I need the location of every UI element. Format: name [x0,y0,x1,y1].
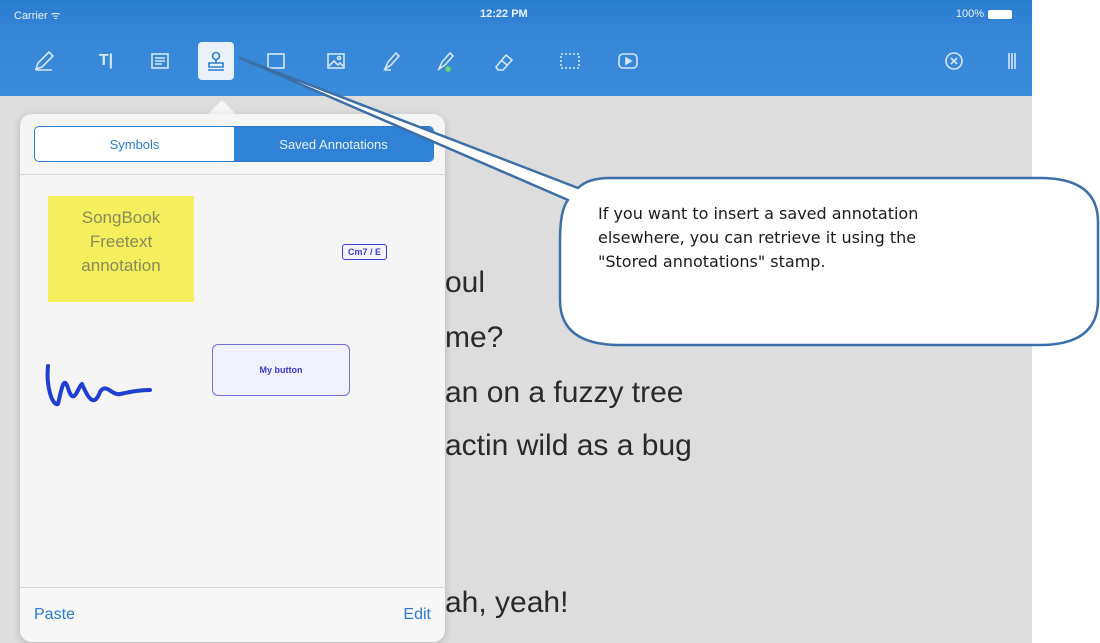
tab-symbols[interactable]: Symbols [35,127,234,161]
clock: 12:22 PM [480,8,528,20]
callout-text: If you want to insert a saved annotation… [598,202,1048,274]
battery-icon [988,9,1012,19]
tools-icon[interactable] [998,46,1026,76]
popover-footer: Paste Edit [20,587,445,642]
text-icon[interactable]: T| [92,46,120,76]
carrier-label: Carrier ᯤ [14,10,61,22]
note-icon[interactable] [146,46,174,76]
tab-saved-annotations[interactable]: Saved Annotations [234,127,433,161]
selection-icon[interactable] [556,46,584,76]
ipad-screen: Carrier ᯤ 12:22 PM 100% T| oul me? an on… [0,0,1032,643]
lyric-line: an on a fuzzy tree [445,376,684,409]
pen-icon[interactable] [30,46,58,76]
highlighter-icon[interactable] [378,46,406,76]
note-line: Freetext [89,232,153,251]
marker-icon[interactable] [432,46,460,76]
stamp-icon[interactable] [198,42,234,80]
callout-line: elsewhere, you can retrieve it using the [598,228,917,247]
saved-button-annotation[interactable]: My button [212,344,350,396]
lyric-line: me? [445,321,504,354]
battery-indicator: 100% [956,8,1012,20]
lyric-line: ah, yeah! [445,586,569,619]
note-line: SongBook [81,208,161,227]
popover-arrow [208,100,236,114]
close-icon[interactable] [940,46,968,76]
callout-line: If you want to insert a saved annotation [598,204,919,223]
rectangle-icon[interactable] [262,46,290,76]
page-margin [1032,0,1100,643]
battery-percent: 100% [955,8,984,20]
image-icon[interactable] [322,46,350,76]
top-toolbar: Carrier ᯤ 12:22 PM 100% T| [0,0,1032,96]
callout-line: "Stored annotations" stamp. [598,252,826,271]
lyric-line: actin wild as a bug [445,429,692,462]
edit-button[interactable]: Edit [403,606,431,624]
media-icon[interactable] [614,46,642,76]
stamp-popover: Symbols Saved Annotations SongBook Freet… [20,114,445,642]
saved-chord-annotation[interactable]: Cm7 / E [342,244,388,260]
lyric-line: oul [445,266,486,299]
divider [20,174,445,175]
status-bar: Carrier ᯤ 12:22 PM 100% [0,0,1032,28]
paste-button[interactable]: Paste [34,606,75,624]
saved-freetext-annotation[interactable]: SongBook Freetext annotation [48,196,194,302]
note-line: annotation [81,256,161,275]
eraser-icon[interactable] [490,46,518,76]
saved-ink-annotation[interactable] [38,326,198,416]
segmented-control: Symbols Saved Annotations [34,126,434,162]
